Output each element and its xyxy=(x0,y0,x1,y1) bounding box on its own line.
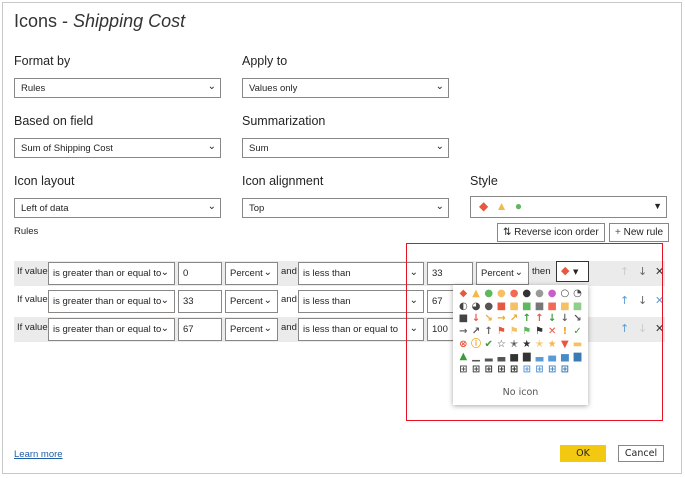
chevron-down-icon: ⌄ xyxy=(207,81,216,92)
condition-select[interactable]: is greater than or equal to ⌄ xyxy=(48,318,175,341)
based-on-field-select[interactable]: Sum of Shipping Cost ⌄ xyxy=(14,138,221,158)
type-select[interactable]: Percent ⌄ xyxy=(225,290,278,313)
chevron-down-icon: ⌄ xyxy=(435,141,444,152)
diamond-icon: ◆ xyxy=(479,199,489,213)
learn-more-link[interactable]: Learn more xyxy=(14,449,63,460)
dialog-title: Icons - Shipping Cost xyxy=(14,11,186,31)
if-value-label: If value xyxy=(17,322,48,333)
ok-button[interactable]: OK xyxy=(560,445,606,462)
rules-label: Rules xyxy=(14,226,39,237)
summarization-label: Summarization xyxy=(242,114,326,128)
summarization-select[interactable]: Sum ⌄ xyxy=(242,138,449,158)
icon-layout-label: Icon layout xyxy=(14,174,75,188)
reverse-icon-order-button[interactable]: ⇅ Reverse icon order xyxy=(497,223,605,242)
style-select[interactable]: ◆ ▲ ● ▼ xyxy=(470,196,667,218)
if-value-label: If value xyxy=(17,266,48,277)
condition-select[interactable]: is greater than or equal to ⌄ xyxy=(48,262,175,285)
type-select[interactable]: Percent ⌄ xyxy=(225,318,278,341)
cancel-button[interactable]: Cancel xyxy=(618,445,664,462)
icon-alignment-select[interactable]: Top ⌄ xyxy=(242,198,449,218)
value-input[interactable]: 67 xyxy=(178,318,222,341)
new-rule-button[interactable]: + New rule xyxy=(609,223,670,242)
format-by-select[interactable]: Rules ⌄ xyxy=(14,78,221,98)
plus-icon: + xyxy=(615,227,624,238)
apply-to-label: Apply to xyxy=(242,54,288,68)
apply-to-select[interactable]: Values only ⌄ xyxy=(242,78,449,98)
based-on-field-label: Based on field xyxy=(14,114,94,128)
icon-alignment-label: Icon alignment xyxy=(242,174,324,188)
if-value-label: If value xyxy=(17,294,48,305)
icon-layout-select[interactable]: Left of data ⌄ xyxy=(14,198,221,218)
swap-icon: ⇅ xyxy=(503,227,515,238)
format-by-label: Format by xyxy=(14,54,71,68)
and-label: and xyxy=(281,294,297,305)
highlight-box xyxy=(406,243,663,421)
caret-down-icon: ▼ xyxy=(653,201,662,211)
type-select[interactable]: Percent ⌄ xyxy=(225,262,278,285)
chevron-down-icon: ⌄ xyxy=(207,141,216,152)
chevron-down-icon: ⌄ xyxy=(435,201,444,212)
chevron-down-icon: ⌄ xyxy=(207,201,216,212)
condition-select[interactable]: is greater than or equal to ⌄ xyxy=(48,290,175,313)
circle-icon: ● xyxy=(514,199,523,213)
triangle-icon: ▲ xyxy=(495,199,508,213)
chevron-down-icon: ⌄ xyxy=(435,81,444,92)
and-label: and xyxy=(281,322,297,333)
and-label: and xyxy=(281,266,297,277)
value-input[interactable]: 33 xyxy=(178,290,222,313)
style-label: Style xyxy=(470,174,498,188)
value-input[interactable]: 0 xyxy=(178,262,222,285)
